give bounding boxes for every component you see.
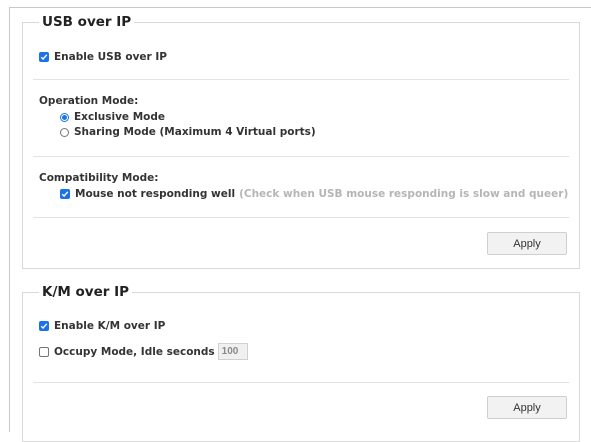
mouse-compat-hint: (Check when USB mouse responding is slow… xyxy=(239,188,569,200)
separator xyxy=(33,382,569,383)
exclusive-mode-option[interactable]: Exclusive Mode xyxy=(60,110,165,124)
enable-km-row[interactable]: Enable K/M over IP xyxy=(39,319,165,333)
sharing-mode-label: Sharing Mode (Maximum 4 Virtual ports) xyxy=(74,126,316,138)
checkmark-icon xyxy=(40,54,48,61)
separator xyxy=(33,217,569,218)
km-over-ip-panel: K/M over IP Enable K/M over IP Occupy Mo… xyxy=(22,281,580,442)
checkmark-icon xyxy=(40,323,48,330)
compatibility-mode-label: Compatibility Mode: xyxy=(39,172,159,184)
separator xyxy=(33,79,569,80)
km-over-ip-title: K/M over IP xyxy=(39,281,133,303)
usb-apply-button[interactable]: Apply xyxy=(487,232,567,255)
enable-usb-label: Enable USB over IP xyxy=(54,51,167,63)
sharing-mode-option[interactable]: Sharing Mode (Maximum 4 Virtual ports) xyxy=(60,125,316,139)
idle-seconds-input[interactable]: 100 xyxy=(217,343,248,360)
mouse-compat-option[interactable]: Mouse not responding well (Check when US… xyxy=(60,187,568,201)
operation-mode-label: Operation Mode: xyxy=(39,95,139,107)
frame-left-border xyxy=(9,7,10,432)
checkmark-icon xyxy=(61,191,69,198)
exclusive-mode-label: Exclusive Mode xyxy=(74,111,166,123)
separator xyxy=(33,156,569,157)
km-apply-button[interactable]: Apply xyxy=(487,396,567,419)
usb-over-ip-title: USB over IP xyxy=(39,11,135,33)
enable-usb-row[interactable]: Enable USB over IP xyxy=(39,50,167,64)
usb-over-ip-panel: USB over IP Enable USB over IP Operation… xyxy=(22,11,580,269)
settings-frame: USB over IP Enable USB over IP Operation… xyxy=(0,0,591,442)
mouse-compat-label: Mouse not responding well xyxy=(75,188,236,200)
enable-km-checkbox[interactable] xyxy=(39,321,49,331)
mouse-compat-checkbox[interactable] xyxy=(60,189,70,199)
enable-usb-checkbox[interactable] xyxy=(39,52,49,62)
sharing-mode-radio[interactable] xyxy=(60,127,69,137)
enable-km-label: Enable K/M over IP xyxy=(54,320,166,332)
occupy-mode-label: Occupy Mode, Idle seconds xyxy=(54,345,215,358)
frame-top-border xyxy=(9,7,591,8)
occupy-mode-checkbox[interactable] xyxy=(39,346,49,357)
exclusive-mode-radio[interactable] xyxy=(60,112,69,122)
occupy-mode-row[interactable]: Occupy Mode, Idle seconds 100 xyxy=(39,343,248,360)
